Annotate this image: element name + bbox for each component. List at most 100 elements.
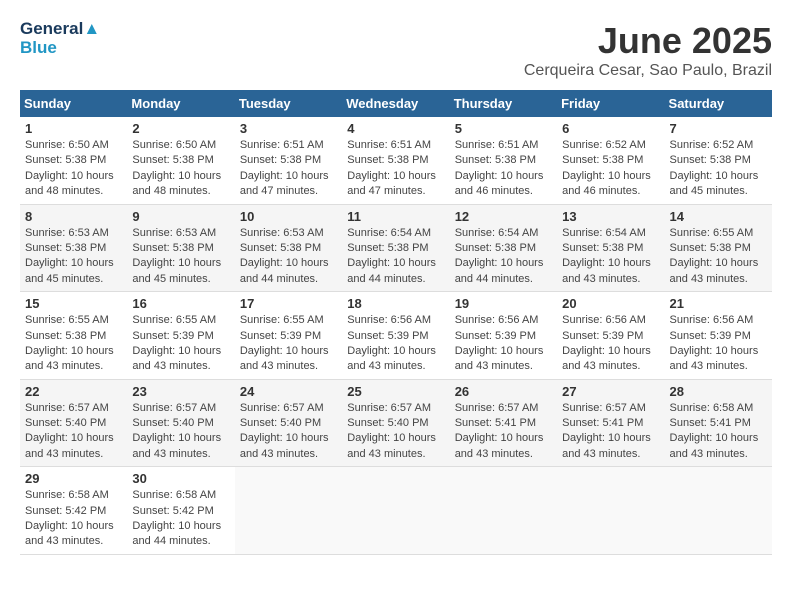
day-info: Sunrise: 6:57 AM Sunset: 5:40 PM Dayligh… [240, 401, 337, 463]
day-info: Sunrise: 6:58 AM Sunset: 5:42 PM Dayligh… [25, 488, 122, 550]
day-info: Sunrise: 6:58 AM Sunset: 5:41 PM Dayligh… [670, 401, 767, 463]
calendar-week-row: 8 Sunrise: 6:53 AM Sunset: 5:38 PM Dayli… [20, 204, 772, 292]
col-header-thursday: Thursday [450, 90, 557, 117]
day-info: Sunrise: 6:50 AM Sunset: 5:38 PM Dayligh… [25, 138, 122, 200]
calendar-cell: 1 Sunrise: 6:50 AM Sunset: 5:38 PM Dayli… [20, 117, 127, 204]
calendar-cell: 9 Sunrise: 6:53 AM Sunset: 5:38 PM Dayli… [127, 204, 234, 292]
col-header-wednesday: Wednesday [342, 90, 449, 117]
day-number: 6 [562, 121, 659, 136]
calendar-cell: 23 Sunrise: 6:57 AM Sunset: 5:40 PM Dayl… [127, 379, 234, 467]
day-number: 15 [25, 296, 122, 311]
day-info: Sunrise: 6:51 AM Sunset: 5:38 PM Dayligh… [347, 138, 444, 200]
calendar-cell: 16 Sunrise: 6:55 AM Sunset: 5:39 PM Dayl… [127, 292, 234, 380]
calendar-cell: 20 Sunrise: 6:56 AM Sunset: 5:39 PM Dayl… [557, 292, 664, 380]
col-header-saturday: Saturday [665, 90, 772, 117]
day-info: Sunrise: 6:56 AM Sunset: 5:39 PM Dayligh… [562, 313, 659, 375]
calendar-cell: 8 Sunrise: 6:53 AM Sunset: 5:38 PM Dayli… [20, 204, 127, 292]
day-number: 2 [132, 121, 229, 136]
location: Cerqueira Cesar, Sao Paulo, Brazil [524, 62, 772, 80]
day-number: 26 [455, 384, 552, 399]
calendar-cell [235, 467, 342, 555]
logo: General▲ Blue [20, 20, 100, 57]
day-number: 23 [132, 384, 229, 399]
calendar-cell: 22 Sunrise: 6:57 AM Sunset: 5:40 PM Dayl… [20, 379, 127, 467]
day-info: Sunrise: 6:54 AM Sunset: 5:38 PM Dayligh… [562, 226, 659, 288]
calendar-cell: 4 Sunrise: 6:51 AM Sunset: 5:38 PM Dayli… [342, 117, 449, 204]
day-number: 14 [670, 209, 767, 224]
day-info: Sunrise: 6:51 AM Sunset: 5:38 PM Dayligh… [455, 138, 552, 200]
day-number: 16 [132, 296, 229, 311]
calendar-cell: 2 Sunrise: 6:50 AM Sunset: 5:38 PM Dayli… [127, 117, 234, 204]
day-info: Sunrise: 6:55 AM Sunset: 5:38 PM Dayligh… [670, 226, 767, 288]
day-number: 13 [562, 209, 659, 224]
day-number: 10 [240, 209, 337, 224]
day-number: 30 [132, 471, 229, 486]
day-number: 3 [240, 121, 337, 136]
day-info: Sunrise: 6:55 AM Sunset: 5:38 PM Dayligh… [25, 313, 122, 375]
day-info: Sunrise: 6:57 AM Sunset: 5:40 PM Dayligh… [132, 401, 229, 463]
day-info: Sunrise: 6:56 AM Sunset: 5:39 PM Dayligh… [455, 313, 552, 375]
day-number: 18 [347, 296, 444, 311]
calendar-cell: 25 Sunrise: 6:57 AM Sunset: 5:40 PM Dayl… [342, 379, 449, 467]
day-number: 19 [455, 296, 552, 311]
page-header: General▲ Blue June 2025 Cerqueira Cesar,… [20, 20, 772, 80]
calendar-cell [342, 467, 449, 555]
calendar-cell: 19 Sunrise: 6:56 AM Sunset: 5:39 PM Dayl… [450, 292, 557, 380]
calendar-header-row: SundayMondayTuesdayWednesdayThursdayFrid… [20, 90, 772, 117]
calendar-cell [665, 467, 772, 555]
calendar-cell: 15 Sunrise: 6:55 AM Sunset: 5:38 PM Dayl… [20, 292, 127, 380]
calendar-cell: 6 Sunrise: 6:52 AM Sunset: 5:38 PM Dayli… [557, 117, 664, 204]
day-number: 29 [25, 471, 122, 486]
calendar-cell: 10 Sunrise: 6:53 AM Sunset: 5:38 PM Dayl… [235, 204, 342, 292]
day-number: 28 [670, 384, 767, 399]
calendar-cell: 26 Sunrise: 6:57 AM Sunset: 5:41 PM Dayl… [450, 379, 557, 467]
col-header-tuesday: Tuesday [235, 90, 342, 117]
calendar-cell: 29 Sunrise: 6:58 AM Sunset: 5:42 PM Dayl… [20, 467, 127, 555]
calendar-cell: 13 Sunrise: 6:54 AM Sunset: 5:38 PM Dayl… [557, 204, 664, 292]
day-number: 27 [562, 384, 659, 399]
calendar-week-row: 1 Sunrise: 6:50 AM Sunset: 5:38 PM Dayli… [20, 117, 772, 204]
day-info: Sunrise: 6:50 AM Sunset: 5:38 PM Dayligh… [132, 138, 229, 200]
calendar-cell: 11 Sunrise: 6:54 AM Sunset: 5:38 PM Dayl… [342, 204, 449, 292]
day-info: Sunrise: 6:53 AM Sunset: 5:38 PM Dayligh… [240, 226, 337, 288]
day-info: Sunrise: 6:57 AM Sunset: 5:41 PM Dayligh… [562, 401, 659, 463]
day-info: Sunrise: 6:57 AM Sunset: 5:40 PM Dayligh… [25, 401, 122, 463]
calendar-cell: 12 Sunrise: 6:54 AM Sunset: 5:38 PM Dayl… [450, 204, 557, 292]
col-header-friday: Friday [557, 90, 664, 117]
day-info: Sunrise: 6:53 AM Sunset: 5:38 PM Dayligh… [25, 226, 122, 288]
calendar-cell: 28 Sunrise: 6:58 AM Sunset: 5:41 PM Dayl… [665, 379, 772, 467]
day-number: 21 [670, 296, 767, 311]
day-info: Sunrise: 6:55 AM Sunset: 5:39 PM Dayligh… [240, 313, 337, 375]
calendar-cell: 21 Sunrise: 6:56 AM Sunset: 5:39 PM Dayl… [665, 292, 772, 380]
title-block: June 2025 Cerqueira Cesar, Sao Paulo, Br… [524, 20, 772, 80]
logo-text: General▲ Blue [20, 20, 100, 57]
day-number: 9 [132, 209, 229, 224]
day-number: 7 [670, 121, 767, 136]
calendar-cell: 27 Sunrise: 6:57 AM Sunset: 5:41 PM Dayl… [557, 379, 664, 467]
day-info: Sunrise: 6:51 AM Sunset: 5:38 PM Dayligh… [240, 138, 337, 200]
calendar-cell [450, 467, 557, 555]
day-info: Sunrise: 6:53 AM Sunset: 5:38 PM Dayligh… [132, 226, 229, 288]
calendar-table: SundayMondayTuesdayWednesdayThursdayFrid… [20, 90, 772, 555]
calendar-cell: 14 Sunrise: 6:55 AM Sunset: 5:38 PM Dayl… [665, 204, 772, 292]
day-info: Sunrise: 6:52 AM Sunset: 5:38 PM Dayligh… [670, 138, 767, 200]
day-info: Sunrise: 6:57 AM Sunset: 5:40 PM Dayligh… [347, 401, 444, 463]
day-number: 4 [347, 121, 444, 136]
calendar-cell [557, 467, 664, 555]
day-number: 25 [347, 384, 444, 399]
day-info: Sunrise: 6:56 AM Sunset: 5:39 PM Dayligh… [347, 313, 444, 375]
day-number: 24 [240, 384, 337, 399]
day-info: Sunrise: 6:55 AM Sunset: 5:39 PM Dayligh… [132, 313, 229, 375]
calendar-week-row: 29 Sunrise: 6:58 AM Sunset: 5:42 PM Dayl… [20, 467, 772, 555]
calendar-cell: 3 Sunrise: 6:51 AM Sunset: 5:38 PM Dayli… [235, 117, 342, 204]
col-header-monday: Monday [127, 90, 234, 117]
day-number: 11 [347, 209, 444, 224]
day-info: Sunrise: 6:58 AM Sunset: 5:42 PM Dayligh… [132, 488, 229, 550]
day-number: 17 [240, 296, 337, 311]
calendar-cell: 18 Sunrise: 6:56 AM Sunset: 5:39 PM Dayl… [342, 292, 449, 380]
day-number: 5 [455, 121, 552, 136]
calendar-cell: 24 Sunrise: 6:57 AM Sunset: 5:40 PM Dayl… [235, 379, 342, 467]
calendar-cell: 5 Sunrise: 6:51 AM Sunset: 5:38 PM Dayli… [450, 117, 557, 204]
calendar-cell: 17 Sunrise: 6:55 AM Sunset: 5:39 PM Dayl… [235, 292, 342, 380]
calendar-cell: 7 Sunrise: 6:52 AM Sunset: 5:38 PM Dayli… [665, 117, 772, 204]
